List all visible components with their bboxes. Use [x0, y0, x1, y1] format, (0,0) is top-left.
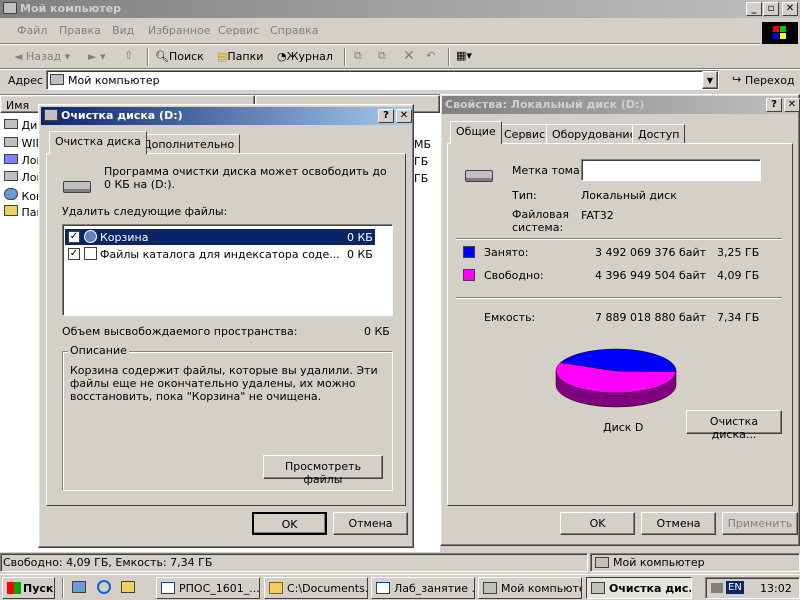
address-field[interactable]: Мой компьютер ▼ — [46, 70, 719, 90]
explorer-titlebar: Мой компьютер — [0, 0, 800, 18]
menu-help[interactable]: Справка — [270, 24, 318, 37]
files-list[interactable]: ✓ Корзина 0 КБ ✓ Файлы каталога для инде… — [62, 224, 393, 316]
up-folder-icon[interactable]: ⇧ — [124, 49, 133, 62]
volume-label-input[interactable] — [581, 159, 761, 181]
computer-icon — [595, 557, 609, 568]
computer-icon — [3, 2, 17, 14]
help-button[interactable]: ? — [378, 109, 394, 123]
drive-icon — [4, 154, 18, 164]
copy-to-icon[interactable]: ⧉ — [378, 49, 386, 63]
outlook-icon[interactable] — [121, 581, 135, 593]
status-bar-left: Свободно: 4,09 ГБ, Емкость: 7,34 ГБ — [0, 553, 588, 572]
folders-button[interactable]: ▤Папки — [217, 50, 263, 63]
network-icon — [4, 188, 18, 200]
task-lab[interactable]: Лаб_занятие ... — [371, 577, 475, 599]
cleanup-title: Очистка диска (D:) — [61, 109, 183, 122]
tab-tools[interactable]: Сервис — [498, 124, 552, 144]
views-icon[interactable]: ▦▾ — [456, 49, 472, 62]
tab-hardware[interactable]: Оборудование — [546, 124, 643, 144]
clock[interactable]: 13:02 — [760, 582, 792, 595]
free-color-swatch — [463, 269, 475, 281]
help-button[interactable]: ? — [766, 98, 782, 112]
cancel-button[interactable]: Отмена — [333, 512, 408, 535]
start-button[interactable]: Пуск — [2, 577, 55, 599]
drive-icon — [4, 171, 18, 181]
tab-general[interactable]: Общие — [450, 121, 502, 144]
computer-icon — [50, 74, 64, 85]
checkbox[interactable]: ✓ — [68, 248, 80, 260]
apply-button[interactable]: Применить — [722, 512, 798, 535]
index-catalog-icon — [84, 247, 97, 260]
move-to-icon[interactable]: ⧉ — [354, 49, 362, 63]
history-button[interactable]: ◔Журнал — [277, 50, 333, 63]
checkbox[interactable]: ✓ — [68, 231, 80, 243]
keyboard-icon — [711, 583, 723, 593]
disk-cleanup-button[interactable]: Очистка диска... — [686, 410, 782, 441]
search-icon: 🔍︎ — [155, 50, 169, 63]
control-panel-icon — [4, 205, 18, 216]
drive-icon — [63, 181, 91, 193]
task-my-computer[interactable]: Мой компьютер — [478, 577, 582, 599]
cleanup-icon — [591, 582, 605, 594]
system-tray: EN 13:02 — [705, 577, 800, 599]
close-button[interactable]: ✕ — [396, 109, 412, 123]
explorer-title: Мой компьютер — [20, 2, 122, 15]
back-button[interactable]: ◄ Назад ▾ — [14, 50, 70, 63]
tab-more-options[interactable]: Дополнительно — [137, 134, 241, 154]
address-dropdown-button[interactable]: ▼ — [702, 71, 718, 89]
close-button[interactable]: ✕ — [782, 2, 798, 16]
word-doc-icon — [161, 582, 175, 594]
cleanup-icon — [44, 109, 58, 121]
cleanup-titlebar: Очистка диска (D:) — [41, 107, 411, 125]
history-icon: ◔ — [277, 50, 287, 63]
properties-title: Свойства: Локальный диск (D:) — [445, 98, 645, 111]
list-item[interactable]: ✓ Корзина 0 КБ — [65, 229, 375, 245]
go-button[interactable]: ↪ Переход — [726, 70, 798, 90]
computer-icon — [483, 582, 497, 594]
cancel-button[interactable]: Отмена — [641, 512, 716, 535]
tab-sharing[interactable]: Доступ — [632, 124, 686, 144]
view-files-button[interactable]: Просмотреть файлы — [263, 455, 383, 486]
ok-button[interactable]: OK — [252, 512, 327, 535]
tab-disk-cleanup[interactable]: Очистка диска — [49, 131, 147, 154]
properties-titlebar: Свойства: Локальный диск (D:) — [442, 96, 798, 114]
go-icon: ↪ — [732, 73, 742, 86]
ie-icon[interactable] — [97, 580, 111, 594]
menu-view[interactable]: Вид — [112, 24, 134, 37]
language-indicator[interactable]: EN — [726, 581, 744, 594]
search-button[interactable]: 🔍︎Поиск — [155, 50, 204, 63]
task-documents[interactable]: C:\Documents... — [264, 577, 368, 599]
drive-icon — [4, 137, 18, 147]
undo-icon[interactable]: ↶ — [426, 49, 435, 62]
ok-button[interactable]: OK — [560, 512, 635, 535]
minimize-button[interactable]: _ — [746, 2, 762, 16]
forward-button[interactable]: ► ▾ — [88, 50, 105, 63]
windows-logo — [762, 22, 798, 44]
task-rpos[interactable]: РПОС_1601_... — [156, 577, 260, 599]
menu-tools[interactable]: Сервис — [218, 24, 259, 37]
disk-usage-pie — [555, 348, 677, 408]
menu-favorites[interactable]: Избранное — [148, 24, 210, 37]
recycle-bin-icon — [84, 230, 97, 243]
drive-icon — [465, 170, 493, 182]
drive-icon — [4, 119, 18, 129]
word-doc-icon — [376, 582, 390, 594]
menu-edit[interactable]: Правка — [59, 24, 101, 37]
status-bar-right: Мой компьютер — [590, 553, 800, 572]
list-item[interactable]: ✓ Файлы каталога для индексатора соде...… — [65, 246, 375, 262]
folder-icon — [269, 582, 283, 594]
windows-flag-icon — [7, 582, 21, 594]
toolbar: ◄ Назад ▾ ► ▾ ⇧ 🔍︎Поиск ▤Папки ◔Журнал ⧉… — [0, 46, 800, 68]
close-button[interactable]: ✕ — [784, 98, 800, 112]
address-label: Адрес — [8, 74, 43, 87]
menu-file[interactable]: Файл — [17, 24, 47, 37]
used-color-swatch — [463, 246, 475, 258]
folders-icon: ▤ — [217, 50, 228, 63]
task-disk-cleanup[interactable]: Очистка дис... — [586, 577, 692, 599]
show-desktop-icon[interactable] — [72, 581, 86, 593]
delete-icon[interactable]: ✕ — [403, 48, 415, 64]
maximize-button[interactable]: ▫ — [763, 2, 779, 16]
